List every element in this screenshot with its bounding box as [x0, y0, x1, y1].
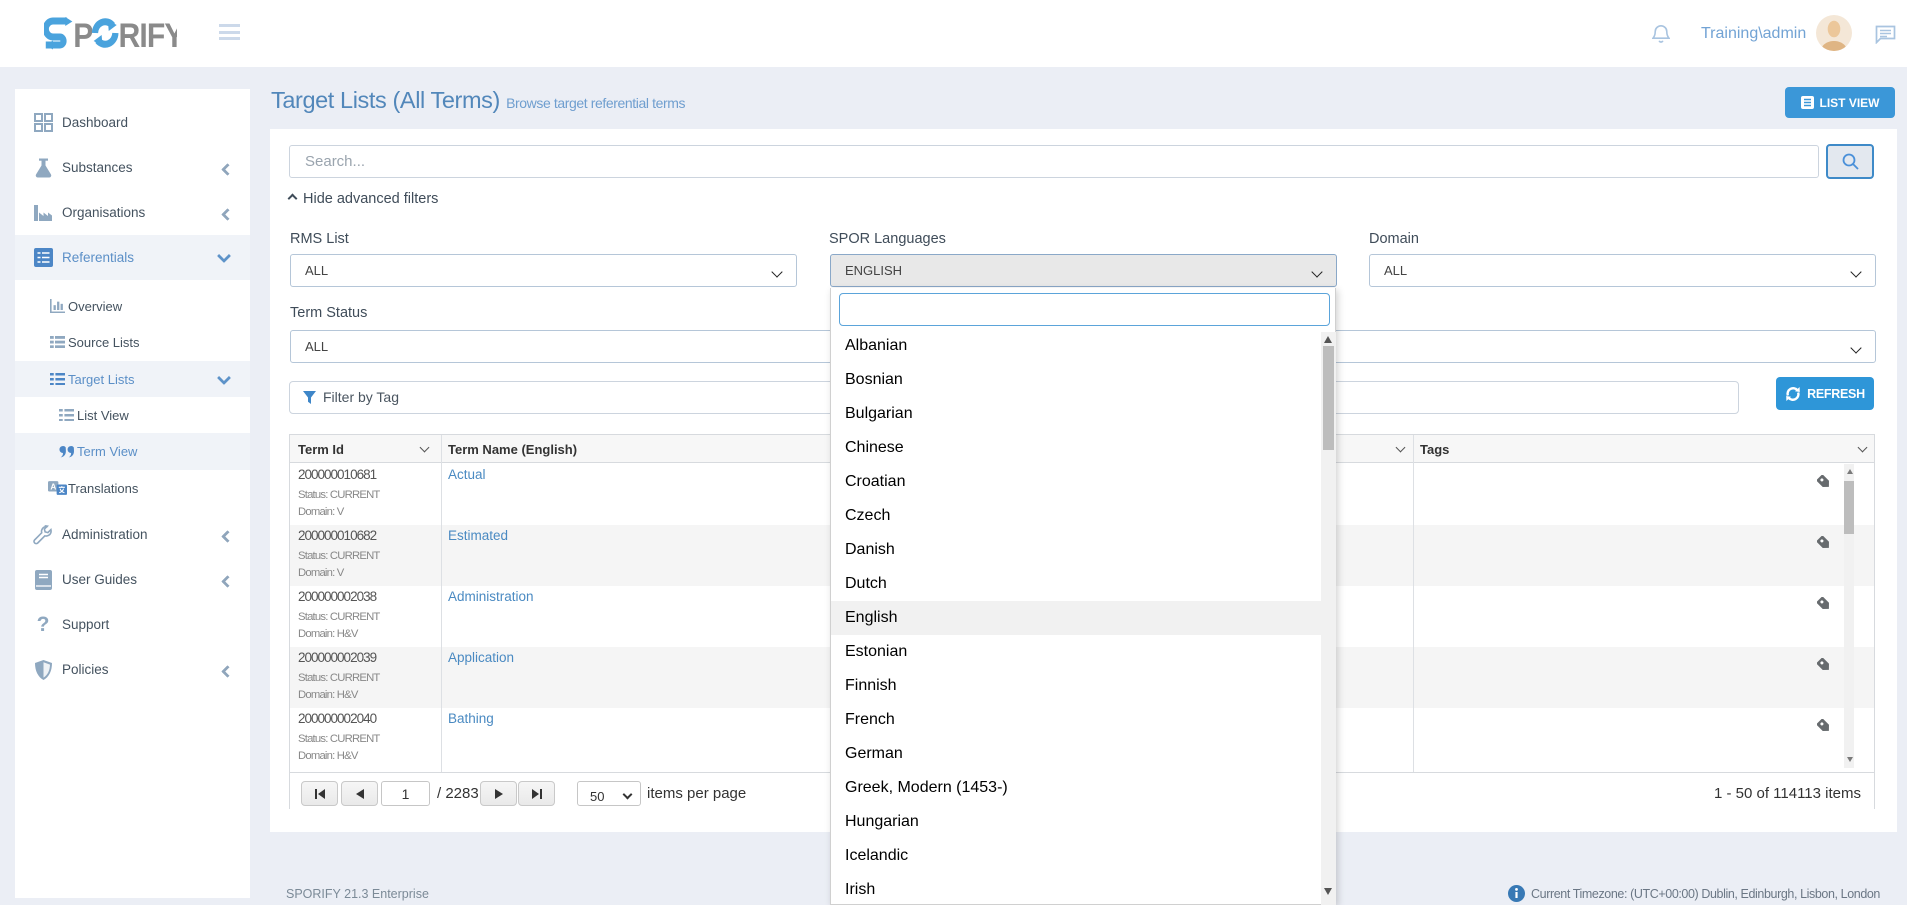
svg-text:P: P: [73, 16, 93, 52]
svg-text:RIFY: RIFY: [118, 16, 177, 52]
svg-text:A: A: [50, 482, 56, 491]
